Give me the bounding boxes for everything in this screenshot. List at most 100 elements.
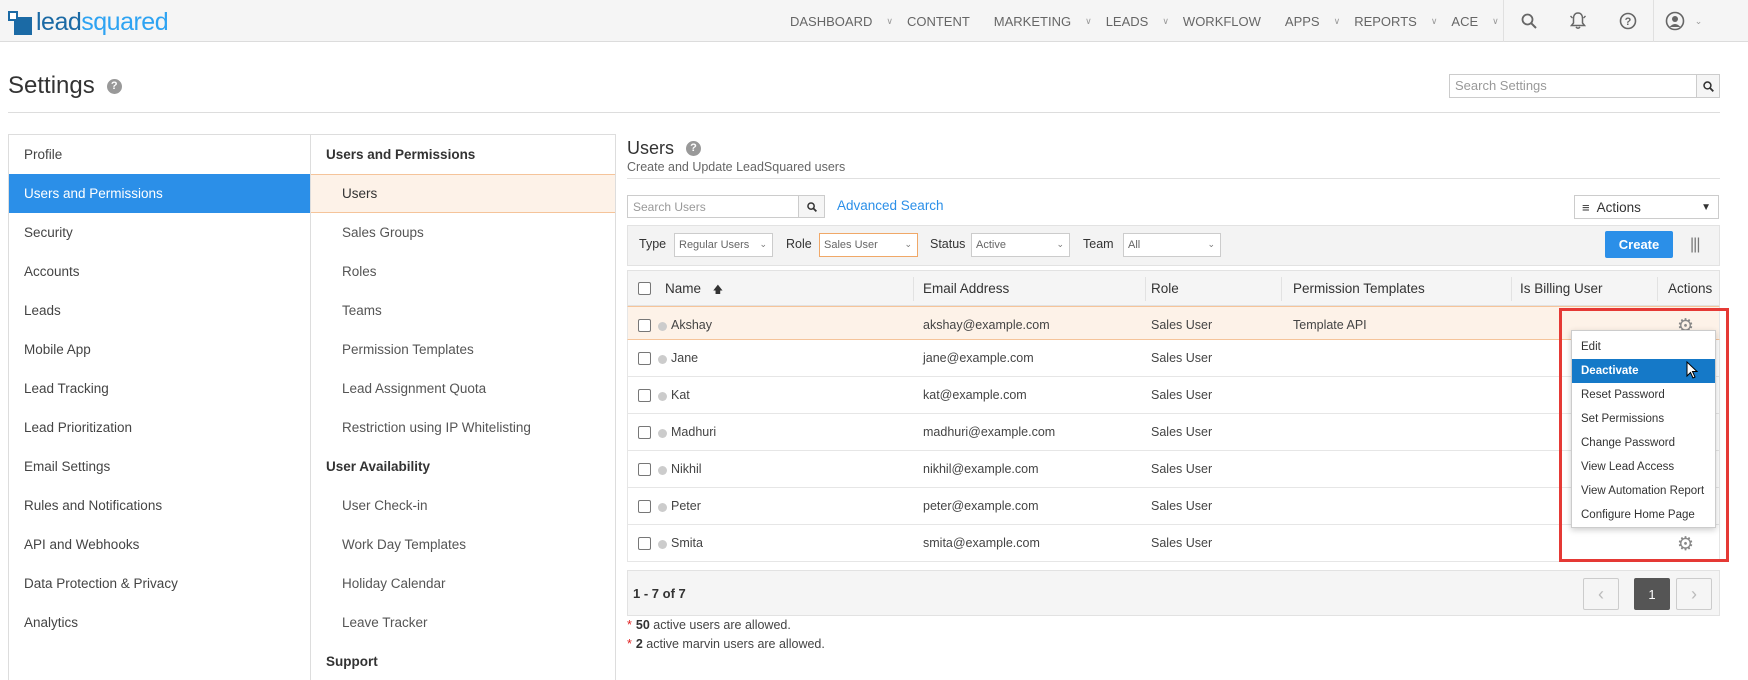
subcategory-lead-assignment-quota[interactable]: Lead Assignment Quota (311, 369, 615, 408)
chevron-down-icon: ⌄ (1207, 239, 1215, 249)
status-dot-icon (658, 392, 667, 401)
settings-category-data-protection-and-privacy[interactable]: Data Protection & Privacy (9, 564, 310, 603)
settings-category-security[interactable]: Security (9, 213, 310, 252)
nav-item-workflow[interactable]: WORKFLOW (1183, 14, 1285, 29)
role-column-header[interactable]: Role (1151, 281, 1179, 296)
settings-category-api-and-webhooks[interactable]: API and Webhooks (9, 525, 310, 564)
column-settings-icon[interactable]: ||| (1690, 236, 1701, 254)
email-cell: jane@example.com (923, 351, 1034, 365)
search-icon[interactable] (1503, 0, 1553, 42)
subcategory-holiday-calendar[interactable]: Holiday Calendar (311, 564, 615, 603)
search-users-button[interactable] (799, 195, 825, 218)
name-column-header[interactable]: Name 🡅 (665, 281, 723, 300)
search-users-input[interactable]: Search Users (627, 195, 799, 218)
permission-templates-column-header[interactable]: Permission Templates (1293, 281, 1425, 296)
help-icon[interactable]: ? (1603, 0, 1653, 42)
subcategory-work-day-templates[interactable]: Work Day Templates (311, 525, 615, 564)
row-checkbox[interactable] (638, 389, 651, 402)
user-name-cell[interactable]: Madhuri (671, 425, 716, 439)
subcategory-permission-templates[interactable]: Permission Templates (311, 330, 615, 369)
table-row[interactable]: Kat kat@example.com Sales User (627, 377, 1720, 414)
page-title-text: Settings (8, 72, 95, 99)
settings-help-icon[interactable]: ? (106, 78, 122, 94)
user-name-cell[interactable]: Jane (671, 351, 698, 365)
user-name-cell[interactable]: Kat (671, 388, 690, 402)
email-column-header[interactable]: Email Address (923, 281, 1009, 296)
settings-category-lead-tracking[interactable]: Lead Tracking (9, 369, 310, 408)
subcategory-leave-tracker[interactable]: Leave Tracker (311, 603, 615, 642)
subcategory-teams[interactable]: Teams (311, 291, 615, 330)
pagination-summary: 1 - 7 of 7 (633, 586, 686, 601)
row-checkbox[interactable] (638, 537, 651, 550)
subcategory-users[interactable]: Users (311, 174, 615, 213)
select-all-checkbox[interactable] (638, 282, 651, 295)
section-user-availability: User Availability (326, 459, 431, 474)
settings-category-analytics[interactable]: Analytics (9, 603, 310, 642)
search-settings-input[interactable]: Search Settings (1449, 74, 1719, 98)
bell-icon[interactable] (1553, 0, 1603, 42)
nav-item-leads[interactable]: LEADS ∨ (1106, 14, 1183, 29)
user-name-cell[interactable]: Smita (671, 536, 703, 550)
prev-page-button[interactable]: ‹ (1583, 578, 1619, 610)
subcategory-restriction-using-ip-whitelisting[interactable]: Restriction using IP Whitelisting (311, 408, 615, 447)
nav-item-dashboard[interactable]: DASHBOARD ∨ (790, 14, 907, 29)
team-select[interactable]: All ⌄ (1123, 233, 1221, 257)
table-header: Name 🡅 Email Address Role Permission Tem… (627, 270, 1720, 306)
role-cell: Sales User (1151, 462, 1213, 476)
subcategory-roles[interactable]: Roles (311, 252, 615, 291)
advanced-search-link[interactable]: Advanced Search (837, 198, 944, 213)
user-name-cell[interactable]: Akshay (671, 318, 712, 332)
user-profile-icon[interactable]: ⌄ (1653, 0, 1713, 42)
role-cell: Sales User (1151, 499, 1213, 513)
row-checkbox[interactable] (638, 463, 651, 476)
current-page-button[interactable]: 1 (1634, 578, 1670, 610)
users-help-icon[interactable]: ? (686, 141, 702, 156)
content-divider (627, 178, 1720, 179)
type-select[interactable]: Regular Users ⌄ (674, 233, 773, 257)
subcategory-user-check-in[interactable]: User Check-in (311, 486, 615, 525)
table-row[interactable]: Jane jane@example.com Sales User (627, 340, 1720, 377)
actions-dropdown[interactable]: ≡ Actions ▼ (1574, 195, 1719, 219)
create-user-button[interactable]: Create (1605, 231, 1673, 258)
row-checkbox[interactable] (638, 319, 651, 332)
table-row[interactable]: Madhuri madhuri@example.com Sales User (627, 414, 1720, 451)
chevron-right-icon: › (1691, 583, 1697, 604)
settings-category-rules-and-notifications[interactable]: Rules and Notifications (9, 486, 310, 525)
user-name-cell[interactable]: Peter (671, 499, 701, 513)
leadsquared-logo[interactable]: leadsquared (8, 8, 169, 37)
settings-category-profile[interactable]: Profile (9, 135, 310, 174)
billing-user-column-header[interactable]: Is Billing User (1520, 281, 1603, 296)
row-checkbox[interactable] (638, 500, 651, 513)
subcategory-sales-groups[interactable]: Sales Groups (311, 213, 615, 252)
nav-item-marketing[interactable]: MARKETING ∨ (994, 14, 1106, 29)
nav-item-reports[interactable]: REPORTS ∨ (1354, 14, 1451, 29)
team-label: Team (1083, 237, 1114, 251)
row-checkbox[interactable] (638, 426, 651, 439)
user-name-cell[interactable]: Nikhil (671, 462, 702, 476)
status-select[interactable]: Active ⌄ (971, 233, 1070, 257)
email-cell: akshay@example.com (923, 318, 1050, 332)
table-row[interactable]: Akshay akshay@example.com Sales User Templa… (627, 306, 1720, 340)
search-settings-button[interactable] (1696, 74, 1720, 98)
column-divider (1145, 277, 1146, 301)
settings-category-mobile-app[interactable]: Mobile App (9, 330, 310, 369)
users-heading: Users ? (627, 138, 702, 159)
page-title: Settings ? (8, 72, 122, 100)
role-select[interactable]: Sales User ⌄ (819, 233, 918, 257)
asterisk-icon: * (627, 618, 632, 632)
settings-category-leads[interactable]: Leads (9, 291, 310, 330)
settings-category-menu: Profile Users and Permissions Security Acco… (8, 134, 311, 680)
table-row[interactable]: Smita smita@example.com Sales User ⚙ (627, 525, 1720, 562)
table-row[interactable]: Nikhil nikhil@example.com Sales User (627, 451, 1720, 488)
next-page-button[interactable]: › (1676, 578, 1712, 610)
nav-item-apps[interactable]: APPS ∨ (1285, 14, 1354, 29)
settings-category-users-and-permissions[interactable]: Users and Permissions (9, 174, 310, 213)
role-cell: Sales User (1151, 425, 1213, 439)
settings-category-email-settings[interactable]: Email Settings (9, 447, 310, 486)
settings-category-lead-prioritization[interactable]: Lead Prioritization (9, 408, 310, 447)
table-row[interactable]: Peter peter@example.com Sales User (627, 488, 1720, 525)
nav-item-label: MARKETING (993, 13, 1072, 29)
row-checkbox[interactable] (638, 352, 651, 365)
nav-item-content[interactable]: CONTENT (907, 14, 994, 29)
settings-category-accounts[interactable]: Accounts (9, 252, 310, 291)
